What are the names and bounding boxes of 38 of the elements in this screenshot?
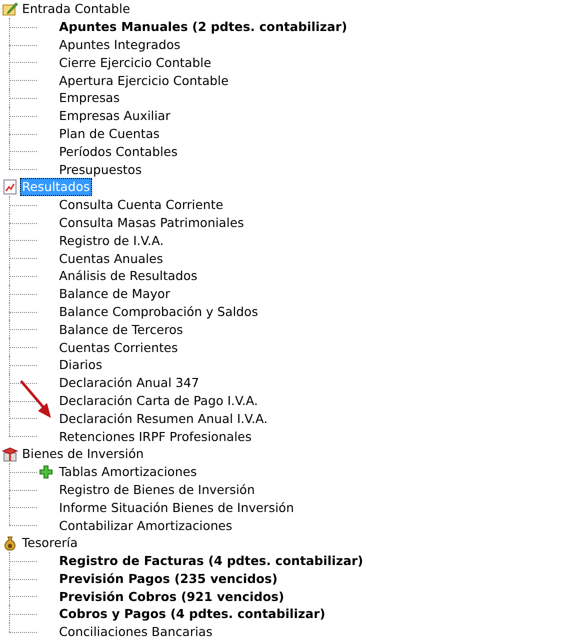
pencil-notepad-icon (2, 0, 18, 17)
money-bag-icon (2, 534, 18, 551)
tree-item[interactable]: Retenciones IRPF Profesionales (59, 428, 252, 444)
tree-item[interactable]: Contabilizar Amortizaciones (59, 518, 232, 532)
tree-item[interactable]: Consulta Cuenta Corriente (59, 197, 224, 212)
tree-item[interactable]: Presupuestos (59, 162, 142, 177)
tree-item[interactable]: Balance de Mayor (59, 286, 170, 302)
tree-item[interactable]: Balance de Terceros (59, 322, 183, 337)
tree-item[interactable]: Análisis de Resultados (59, 268, 198, 284)
tree-item[interactable]: Registro de Facturas (4 pdtes. contabilizar) (59, 553, 364, 568)
tree-item[interactable]: Apertura Ejercicio Contable (59, 72, 229, 88)
tree-node[interactable]: Entrada Contable (20, 0, 132, 18)
tree-item[interactable]: Previsión Cobros (921 vencidos) (59, 588, 284, 604)
tree-item[interactable]: Registro de Bienes de Inversión (59, 482, 255, 497)
tree-item[interactable]: Cuentas Anuales (59, 250, 164, 266)
tree-item[interactable]: Empresas (59, 90, 120, 106)
tree-item[interactable]: Conciliaciones Bancarias (59, 624, 212, 640)
tree-item[interactable]: Consulta Masas Patrimoniales (59, 214, 244, 230)
tree-item[interactable]: Apuntes Manuales (2 pdtes. contabilizar) (59, 19, 348, 34)
tree-item[interactable]: Diarios (59, 357, 102, 372)
tree-item[interactable]: Apuntes Integrados (59, 36, 180, 52)
tree-item[interactable]: Tablas Amortizaciones (59, 464, 197, 480)
tree-item[interactable]: Declaración Anual 347 (59, 375, 200, 390)
tree-node[interactable]: Bienes de Inversión (20, 444, 146, 463)
tree-item[interactable]: Registro de I.V.A. (59, 232, 164, 248)
tree-item[interactable]: Balance Comprobación y Saldos (59, 304, 258, 319)
tree-item[interactable]: Cierre Ejercicio Contable (59, 54, 212, 70)
tree-item[interactable]: Declaración Resumen Anual I.V.A. (59, 410, 268, 426)
tree-item[interactable]: Cuentas Corrientes (59, 340, 178, 355)
tree-item[interactable]: Plan de Cuentas (59, 126, 160, 141)
tree-node[interactable]: Tesorería (20, 534, 80, 552)
tree-item[interactable]: Empresas Auxiliar (59, 108, 170, 124)
tree-item[interactable]: Períodos Contables (59, 144, 178, 159)
tree-item[interactable]: Declaración Carta de Pago I.V.A. (59, 392, 258, 408)
tree-item[interactable]: Cobros y Pagos (4 pdtes. contabilizar) (59, 606, 326, 622)
tree-item[interactable]: Informe Situación Bienes de Inversión (59, 500, 294, 515)
plus-icon[interactable] (39, 464, 53, 479)
tree-item[interactable]: Previsión Pagos (235 vencidos) (59, 570, 278, 586)
